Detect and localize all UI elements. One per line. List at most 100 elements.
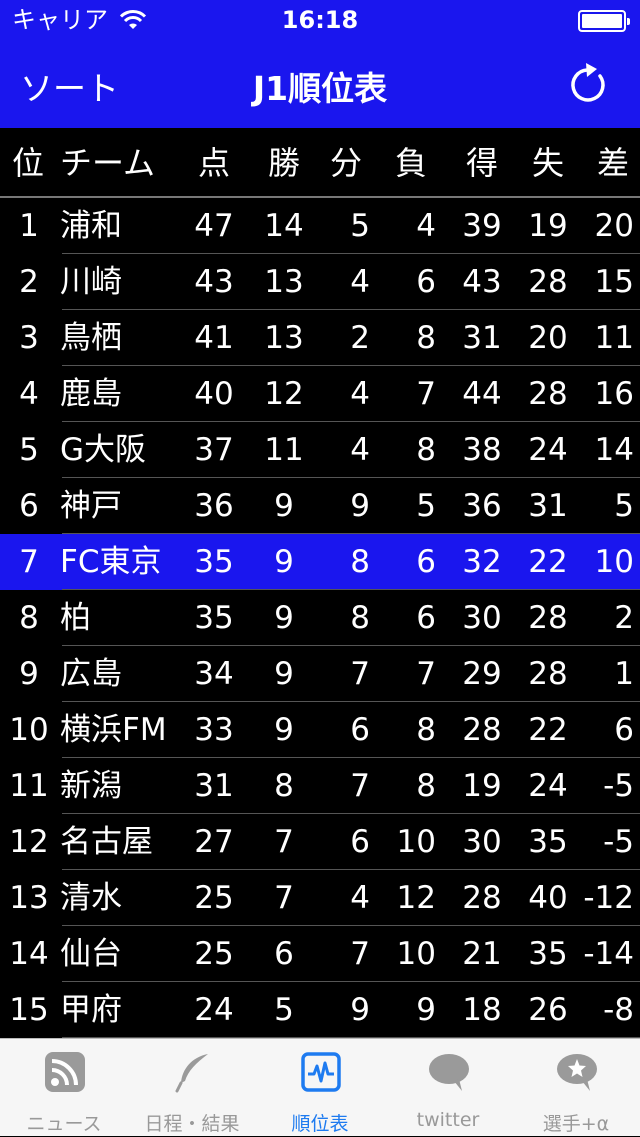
row-losses: 6 (416, 544, 436, 580)
row-points: 35 (194, 600, 234, 636)
row-losses: 8 (416, 432, 436, 468)
row-points: 31 (194, 768, 234, 804)
row-goal-diff: 2 (614, 600, 634, 636)
table-row[interactable]: 15 甲府 24 5 9 9 18 26 -8 (0, 982, 640, 1038)
table-row[interactable]: 1 浦和 47 14 5 4 39 19 20 (0, 198, 640, 254)
header-wins[interactable]: 勝 (260, 128, 308, 198)
tab-news[interactable]: ニュース (0, 1039, 128, 1137)
row-team: 名古屋 (60, 824, 153, 860)
row-team: 鹿島 (60, 376, 122, 412)
row-losses: 9 (416, 992, 436, 1028)
tab-twitter-label: twitter (416, 1109, 480, 1131)
row-team: 横浜FM (60, 712, 167, 748)
row-pos: 4 (19, 376, 39, 412)
row-pos: 9 (19, 656, 39, 692)
row-team: 広島 (60, 656, 122, 692)
row-wins: 9 (274, 544, 294, 580)
row-goals-for: 30 (462, 824, 502, 860)
row-goal-diff: 10 (594, 544, 634, 580)
row-goals-for: 44 (462, 376, 502, 412)
table-row[interactable]: 9 広島 34 9 7 7 29 28 1 (0, 646, 640, 702)
row-goals-for: 39 (462, 208, 502, 244)
row-goal-diff: 6 (614, 712, 634, 748)
row-goals-for: 38 (462, 432, 502, 468)
row-draws: 6 (350, 824, 370, 860)
row-goal-diff: -8 (603, 992, 634, 1028)
table-row[interactable]: 8 柏 35 9 8 6 30 28 2 (0, 590, 640, 646)
row-goal-diff: 20 (594, 208, 634, 244)
row-pos: 10 (9, 712, 49, 748)
row-pos: 13 (9, 880, 49, 916)
row-points: 24 (194, 992, 234, 1028)
row-pos: 5 (19, 432, 39, 468)
row-team: FC東京 (60, 544, 162, 580)
row-wins: 8 (274, 768, 294, 804)
row-team: 川崎 (60, 264, 122, 300)
row-losses: 5 (416, 488, 436, 524)
row-goals-against: 35 (528, 936, 568, 972)
row-pos: 3 (19, 320, 39, 356)
row-goals-against: 28 (528, 656, 568, 692)
row-losses: 7 (416, 656, 436, 692)
header-team[interactable]: チーム (60, 128, 190, 198)
refresh-icon[interactable] (568, 60, 610, 104)
table-header: 位 チーム 点 勝 分 負 得 失 差 (0, 128, 640, 198)
table-row[interactable]: 12 名古屋 27 7 6 10 30 35 -5 (0, 814, 640, 870)
header-goals-for[interactable]: 得 (456, 128, 508, 198)
tab-bar: ニュース 日程・結果 順位表 twitter 選手+α (0, 1038, 640, 1136)
tab-standings-label: 順位表 (291, 1113, 349, 1135)
row-draws: 7 (350, 768, 370, 804)
row-losses: 6 (416, 264, 436, 300)
row-losses: 7 (416, 376, 436, 412)
row-team: 甲府 (60, 992, 122, 1028)
row-pos: 1 (19, 208, 39, 244)
row-goals-against: 19 (528, 208, 568, 244)
table-row[interactable]: 3 鳥栖 41 13 2 8 31 20 11 (0, 310, 640, 366)
header-goal-diff[interactable]: 差 (590, 128, 636, 198)
header-points[interactable]: 点 (190, 128, 238, 198)
row-losses: 6 (416, 600, 436, 636)
table-row[interactable]: 10 横浜FM 33 9 6 8 28 22 6 (0, 702, 640, 758)
row-goals-for: 28 (462, 880, 502, 916)
header-pos[interactable]: 位 (8, 128, 48, 198)
row-goals-for: 31 (462, 320, 502, 356)
tab-standings[interactable]: 順位表 (256, 1039, 384, 1137)
tab-twitter[interactable]: twitter (384, 1039, 512, 1137)
table-row[interactable]: 4 鹿島 40 12 4 7 44 28 16 (0, 366, 640, 422)
speech-bubble-icon (429, 1054, 469, 1091)
table-row[interactable]: 6 神戸 36 9 9 5 36 31 5 (0, 478, 640, 534)
header-draws[interactable]: 分 (322, 128, 370, 198)
row-goals-against: 22 (528, 712, 568, 748)
row-losses: 4 (416, 208, 436, 244)
row-team: 神戸 (60, 488, 122, 524)
row-losses: 12 (396, 880, 436, 916)
header-goals-against[interactable]: 失 (522, 128, 574, 198)
row-losses: 10 (396, 936, 436, 972)
table-row[interactable]: 2 川崎 43 13 4 6 43 28 15 (0, 254, 640, 310)
row-points: 41 (194, 320, 234, 356)
tab-schedule[interactable]: 日程・結果 (128, 1039, 256, 1137)
row-goals-against: 24 (528, 432, 568, 468)
row-team: 清水 (60, 880, 122, 916)
table-row[interactable]: 13 清水 25 7 4 12 28 40 -12 (0, 870, 640, 926)
table-row[interactable]: 14 仙台 25 6 7 10 21 35 -14 (0, 926, 640, 982)
row-pos: 2 (19, 264, 39, 300)
row-draws: 5 (350, 208, 370, 244)
row-goal-diff: 5 (614, 488, 634, 524)
row-draws: 4 (350, 376, 370, 412)
row-pos: 15 (9, 992, 49, 1028)
row-goals-for: 19 (462, 768, 502, 804)
row-draws: 7 (350, 936, 370, 972)
row-goals-for: 32 (462, 544, 502, 580)
table-row[interactable]: 5 G大阪 37 11 4 8 38 24 14 (0, 422, 640, 478)
row-losses: 8 (416, 712, 436, 748)
header-losses[interactable]: 負 (386, 128, 436, 198)
tab-players[interactable]: 選手+α (512, 1039, 640, 1137)
row-wins: 7 (274, 880, 294, 916)
table-row[interactable]: 7 FC東京 35 9 8 6 32 22 10 (0, 534, 640, 590)
row-points: 27 (194, 824, 234, 860)
row-goal-diff: 14 (594, 432, 634, 468)
status-bar: キャリア 16:18 (0, 0, 640, 40)
row-team: 仙台 (60, 936, 122, 972)
table-row[interactable]: 11 新潟 31 8 7 8 19 24 -5 (0, 758, 640, 814)
